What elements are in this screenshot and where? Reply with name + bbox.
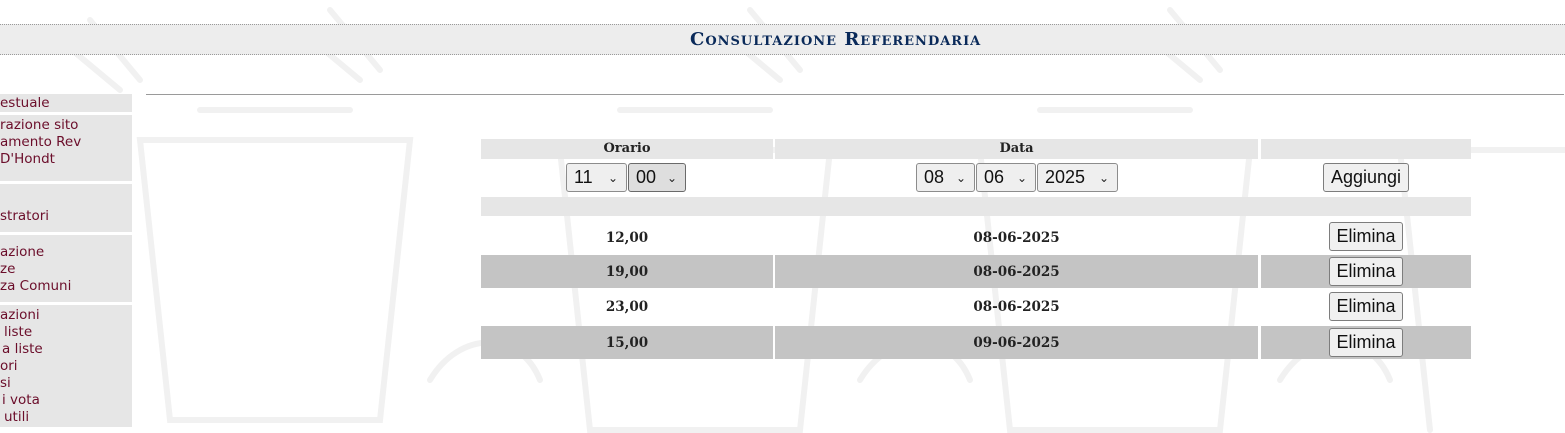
month-value: 06	[984, 167, 1005, 187]
row-time: 19,00	[481, 255, 773, 288]
header-orario: Orario	[481, 139, 773, 159]
year-select[interactable]: 2025 ⌄	[1037, 163, 1118, 192]
row-time: 23,00	[605, 298, 649, 315]
delete-button[interactable]: Elimina	[1329, 257, 1403, 286]
chevron-down-icon: ⌄	[1098, 171, 1109, 185]
sidebar-item[interactable]: ori	[0, 358, 18, 374]
sidebar-block: azioni liste a liste ori si i vota utili	[0, 305, 132, 427]
add-button[interactable]: Aggiungi	[1323, 163, 1409, 192]
minute-select[interactable]: 00 ⌄	[628, 163, 686, 192]
sidebar-item[interactable]: razione sito	[0, 117, 78, 133]
row-time: 15,00	[481, 326, 773, 359]
sidebar-block: stratori	[0, 184, 132, 232]
minute-value: 00	[636, 167, 657, 187]
sidebar-item[interactable]: ze	[0, 261, 15, 277]
sidebar-item[interactable]: za Comuni	[0, 278, 71, 294]
year-value: 2025	[1045, 167, 1086, 187]
hour-select[interactable]: 11 ⌄	[566, 163, 627, 192]
chevron-down-icon: ⌄	[1016, 171, 1027, 185]
separator-band	[481, 197, 1471, 216]
day-select[interactable]: 08 ⌄	[916, 163, 975, 192]
sidebar-block: razione sito amento Rev D'Hondt	[0, 115, 132, 181]
sidebar-item[interactable]: stratori	[0, 208, 49, 224]
header-empty	[1261, 139, 1471, 159]
sidebar-item[interactable]: liste	[4, 324, 32, 340]
sidebar-item[interactable]: utili	[4, 409, 29, 425]
sidebar-item[interactable]: estuale	[0, 95, 50, 111]
row-date: 08-06-2025	[775, 255, 1258, 288]
sidebar-item[interactable]: si	[0, 375, 11, 391]
hour-value: 11	[574, 167, 593, 187]
row-time: 12,00	[605, 230, 649, 246]
header-data: Data	[775, 139, 1258, 159]
sidebar-item[interactable]: azioni	[0, 307, 40, 323]
page-header: Consultazione Referendaria	[0, 24, 1565, 55]
sidebar-item[interactable]: azione	[0, 244, 44, 260]
sidebar-item[interactable]: a liste	[2, 341, 43, 357]
sidebar-item[interactable]: i vota	[2, 392, 40, 408]
delete-button[interactable]: Elimina	[1329, 292, 1403, 321]
sidebar-block: estuale	[0, 94, 132, 112]
sidebar-item[interactable]: D'Hondt	[0, 151, 55, 167]
divider	[146, 94, 1564, 95]
month-select[interactable]: 06 ⌄	[976, 163, 1036, 192]
page-title: Consultazione Referendaria	[690, 29, 982, 50]
chevron-down-icon: ⌄	[955, 171, 966, 185]
row-date: 08-06-2025	[973, 230, 1060, 246]
delete-button[interactable]: Elimina	[1329, 328, 1403, 357]
row-date: 08-06-2025	[973, 298, 1060, 315]
sidebar: estuale razione sito amento Rev D'Hondt …	[0, 94, 132, 430]
day-value: 08	[924, 167, 945, 187]
sidebar-item[interactable]: amento Rev	[0, 134, 81, 150]
ballot-box-watermark	[57, 7, 1565, 433]
sidebar-block: azione ze za Comuni	[0, 235, 132, 302]
delete-button[interactable]: Elimina	[1329, 222, 1403, 251]
chevron-down-icon: ⌄	[666, 171, 677, 185]
chevron-down-icon: ⌄	[607, 171, 618, 185]
row-date: 09-06-2025	[775, 326, 1258, 359]
